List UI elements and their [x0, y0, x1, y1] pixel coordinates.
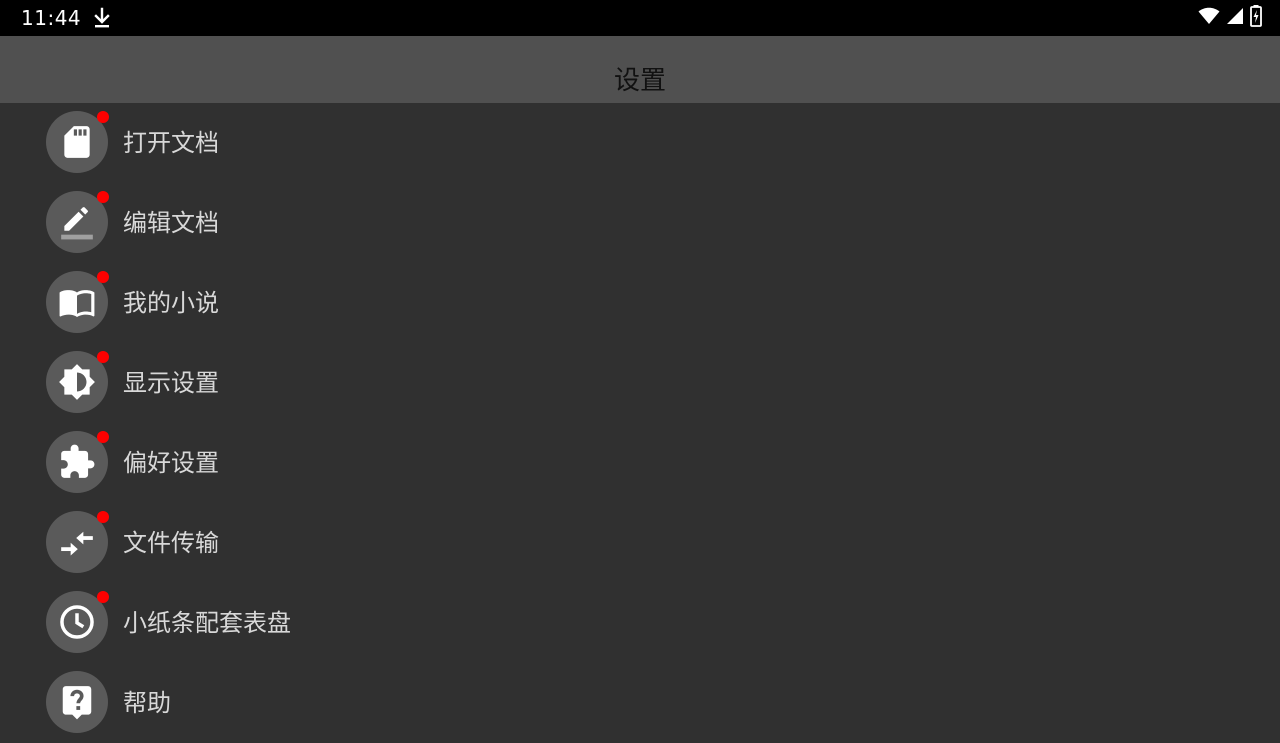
notification-dot: [97, 591, 109, 603]
menu-item-file-transfer[interactable]: 文件传输: [0, 503, 1280, 583]
page-title: 设置: [613, 66, 666, 96]
download-icon: [92, 7, 112, 29]
menu-item-label: 文件传输: [123, 529, 219, 557]
menu-item-edit-document[interactable]: 编辑文档: [0, 183, 1280, 263]
menu-item-label: 我的小说: [123, 289, 219, 317]
menu-item-watch-face[interactable]: 小纸条配套表盘: [0, 583, 1280, 663]
notification-dot: [97, 111, 109, 123]
menu-item-label: 偏好设置: [123, 449, 219, 477]
battery-charging-icon: [1250, 5, 1262, 31]
menu-item-label: 显示设置: [123, 369, 219, 397]
notification-dot: [97, 511, 109, 523]
status-icons: [1198, 5, 1262, 31]
notification-dot: [97, 431, 109, 443]
menu-item-preferences[interactable]: 偏好设置: [0, 423, 1280, 503]
menu-item-my-novels[interactable]: 我的小说: [0, 263, 1280, 343]
menu-item-help[interactable]: 帮助: [0, 663, 1280, 743]
menu-item-label: 小纸条配套表盘: [123, 609, 291, 637]
app-bar: 设置: [0, 36, 1280, 103]
menu-item-open-document[interactable]: 打开文档: [0, 103, 1280, 183]
help-icon: [46, 671, 108, 733]
cell-signal-icon: [1226, 7, 1244, 29]
notification-dot: [97, 271, 109, 283]
menu-item-display-settings[interactable]: 显示设置: [0, 343, 1280, 423]
menu-item-label: 编辑文档: [123, 209, 219, 237]
settings-menu: 打开文档 编辑文档 我的小说 显示设置 偏好设置 文件传输 小纸条配套表盘 帮助: [0, 103, 1280, 733]
notification-dot: [97, 351, 109, 363]
menu-item-label: 打开文档: [123, 129, 219, 157]
status-bar: 11:44: [0, 0, 1280, 36]
menu-item-label: 帮助: [123, 689, 171, 717]
status-time: 11:44: [21, 6, 82, 30]
wifi-icon: [1198, 7, 1220, 29]
notification-dot: [97, 191, 109, 203]
